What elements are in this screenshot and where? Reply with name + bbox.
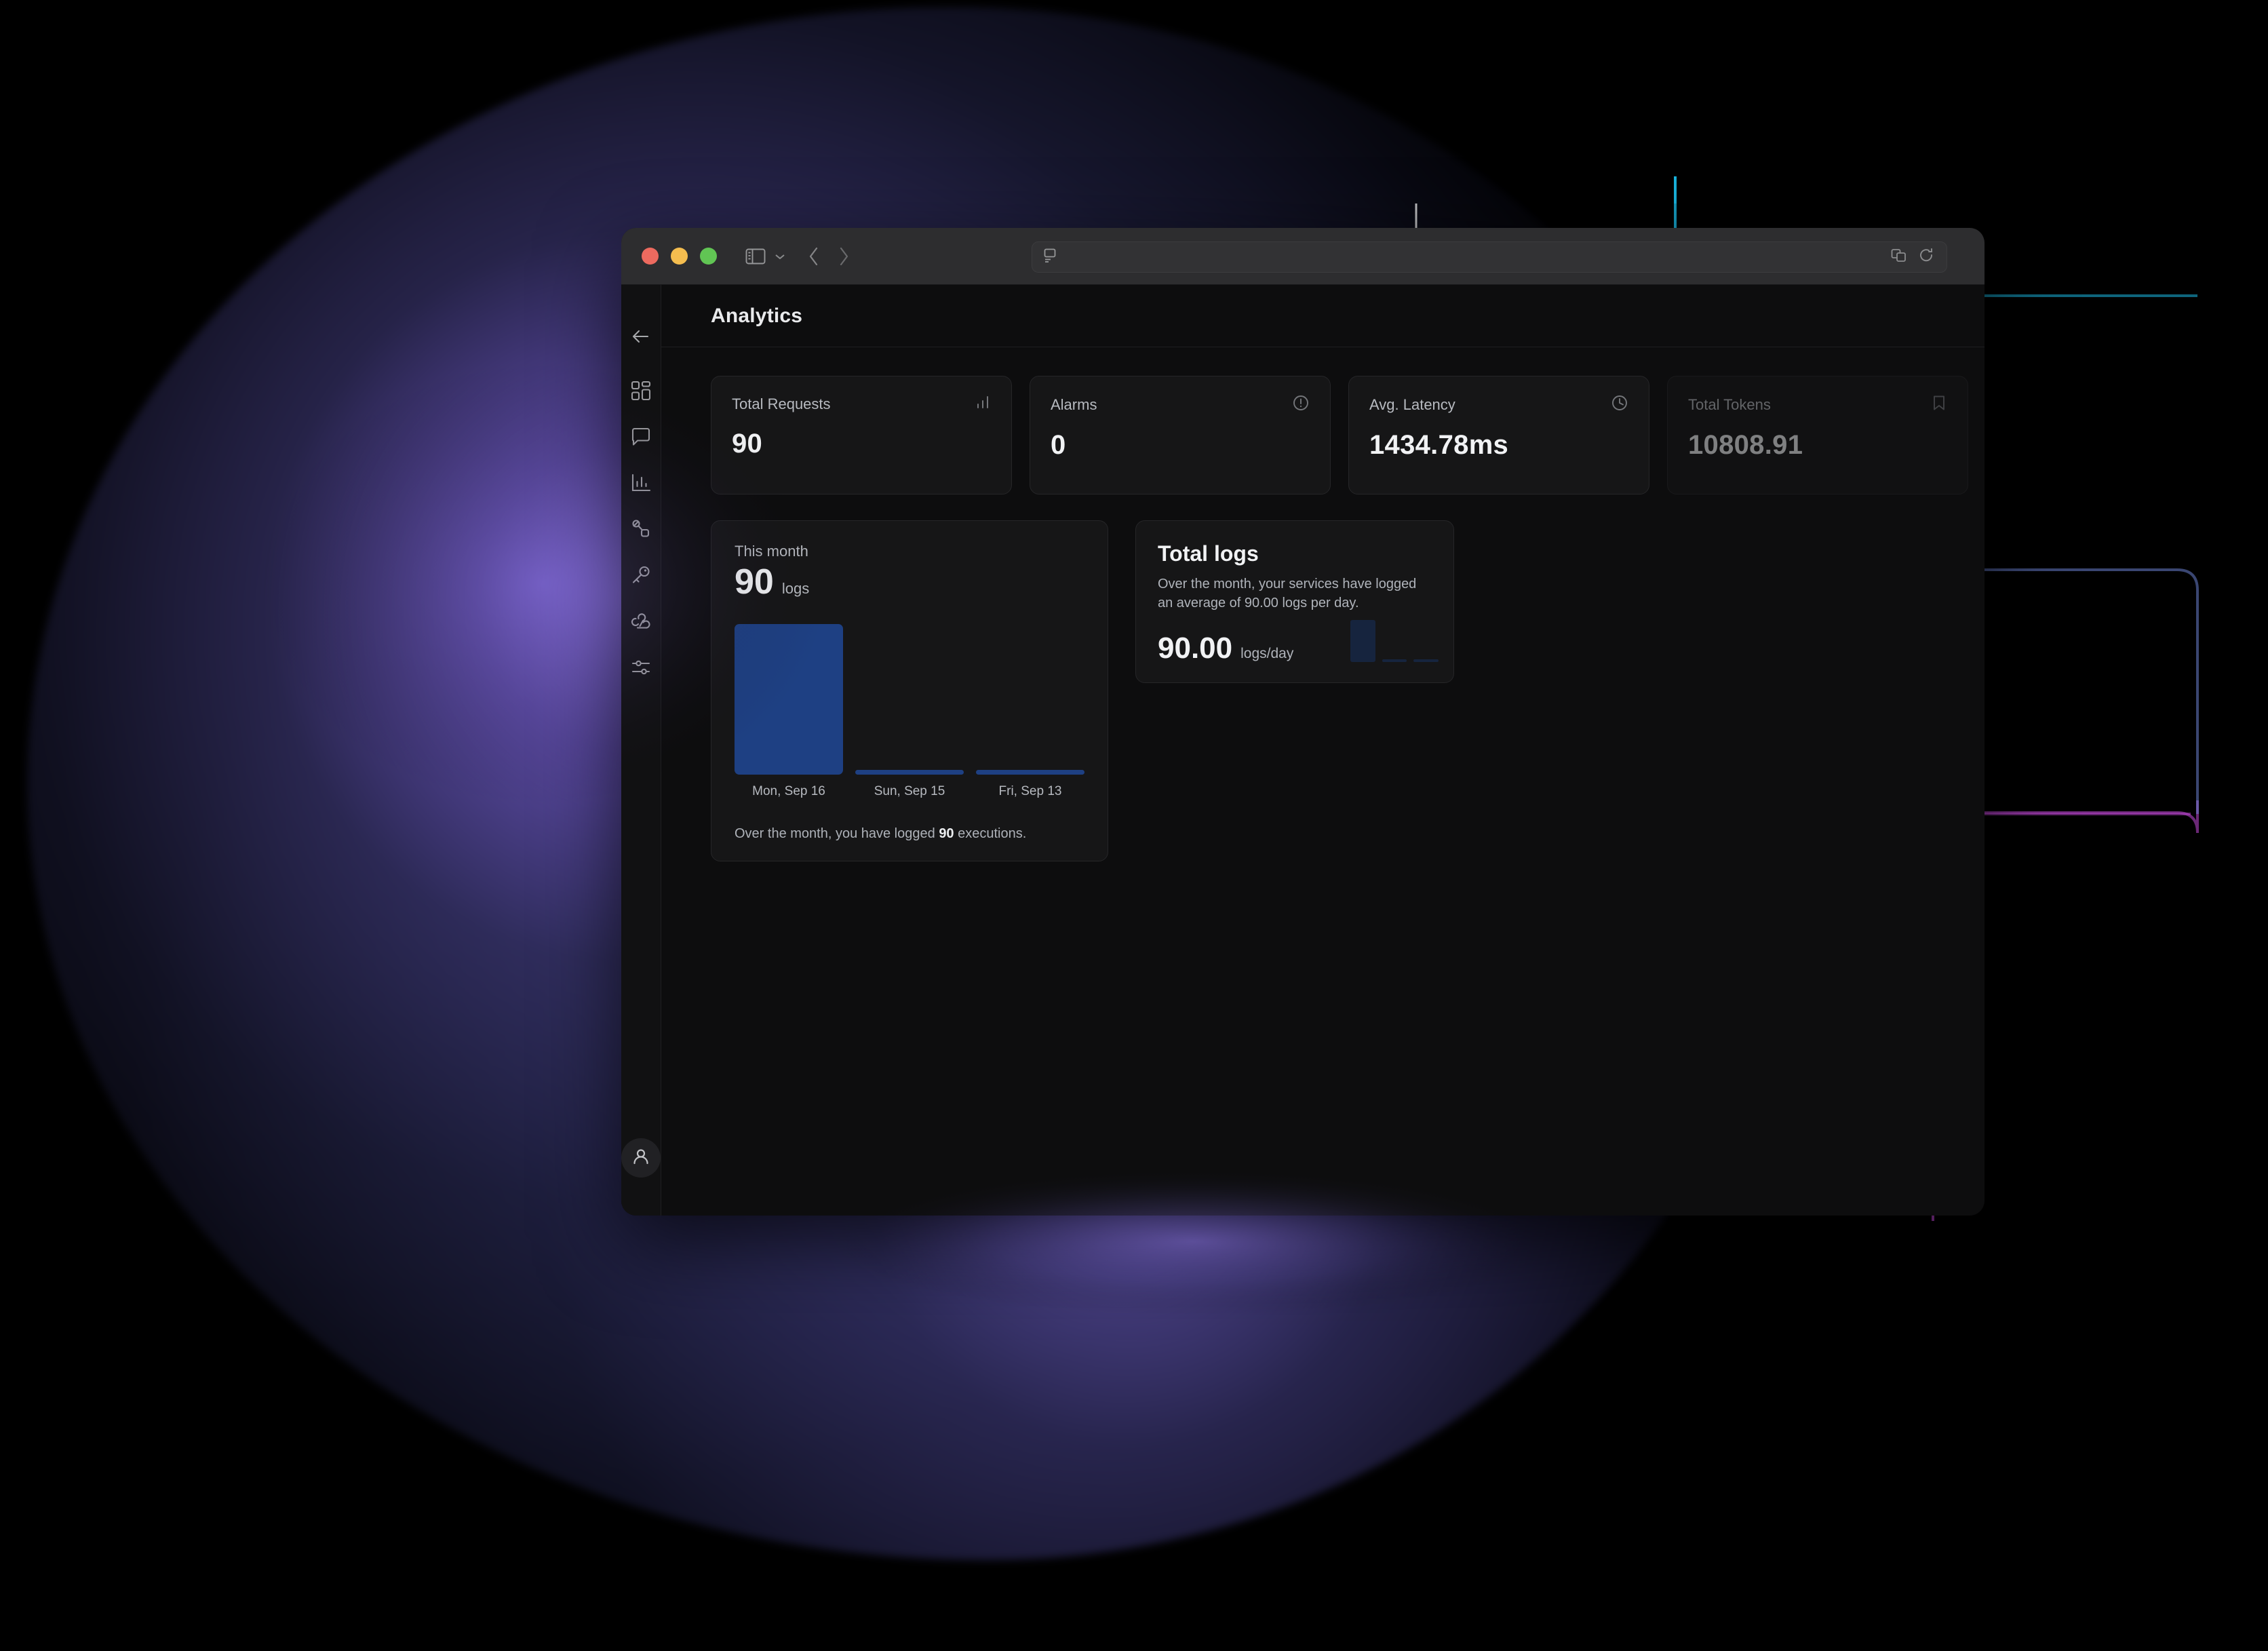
main-area: Total Requests 90 Alarms 0 Avg. Latency …: [661, 347, 1984, 1216]
total-logs-unit: logs/day: [1240, 645, 1294, 661]
nodes-workflow-icon: [630, 518, 652, 543]
arrow-left-icon: [629, 325, 652, 351]
app-content: Analytics Total Requests 90 Alarms 0 Avg…: [661, 285, 1984, 1216]
sidebar-toggle-icon[interactable]: [745, 248, 766, 265]
zoom-window-button[interactable]: [700, 248, 717, 265]
bar-chart: Mon, Sep 16 Sun, Sep 15 Fri, Sep 13: [735, 623, 1084, 799]
sidebar-item-settings[interactable]: [622, 650, 660, 688]
sidebar-item-api-keys[interactable]: [622, 558, 660, 596]
stat-label: Avg. Latency: [1369, 395, 1455, 413]
bar-label: Fri, Sep 13: [998, 784, 1062, 798]
bar-column[interactable]: Sun, Sep 15: [855, 770, 964, 799]
browser-window: Analytics Total Requests 90 Alarms 0 Avg…: [621, 228, 1984, 1216]
webhook-icon: [630, 610, 652, 636]
stat-value: 90: [732, 429, 763, 459]
total-logs-description: Over the month, your services have logge…: [1158, 577, 1417, 611]
chart-footer-value: 90: [939, 826, 954, 841]
monthly-logs-chart-card: This month 90 logs Mon, Sep 16 Sun, Sep …: [711, 520, 1108, 861]
reader-view-icon[interactable]: [1043, 248, 1057, 267]
chart-footer-text: Over the month, you have logged 90 execu…: [735, 826, 1084, 842]
bar-label: Mon, Sep 16: [752, 784, 825, 798]
bar-column[interactable]: Mon, Sep 16: [735, 624, 843, 799]
stat-card-alarms[interactable]: Alarms 0: [1030, 376, 1331, 494]
chevron-down-icon[interactable]: [774, 252, 786, 260]
extensions-icon[interactable]: [1891, 248, 1909, 267]
bar[interactable]: [735, 624, 843, 775]
panels-row: This month 90 logs Mon, Sep 16 Sun, Sep …: [711, 520, 1984, 861]
stat-value: 10808.91: [1688, 430, 1803, 460]
alert-circle-icon: [1292, 394, 1310, 415]
sidebar-item-analytics[interactable]: [622, 465, 660, 503]
total-logs-title: Total logs: [1158, 541, 1259, 566]
url-bar[interactable]: [1032, 241, 1947, 273]
bar-chart-icon: [975, 394, 991, 414]
chart-footer-prefix: Over the month, you have logged: [735, 826, 939, 841]
stat-label: Total Requests: [732, 395, 831, 412]
stat-label: Alarms: [1051, 395, 1097, 413]
key-icon: [630, 564, 652, 589]
stat-card-avg-latency[interactable]: Avg. Latency 1434.78ms: [1348, 376, 1649, 494]
sidebar-item-workflows[interactable]: [622, 511, 660, 549]
bookmark-icon: [1931, 394, 1947, 415]
bar-chart-icon: [630, 472, 652, 497]
bar[interactable]: [976, 770, 1084, 775]
sidebar-item-chat[interactable]: [622, 419, 660, 457]
bar-column[interactable]: Fri, Sep 13: [976, 770, 1084, 799]
reload-icon[interactable]: [1919, 248, 1934, 267]
window-traffic-lights: [642, 248, 717, 265]
avatar[interactable]: [621, 1138, 661, 1178]
app-body: Analytics Total Requests 90 Alarms 0 Avg…: [621, 285, 1984, 1216]
chat-bubble-icon: [630, 426, 652, 451]
sidebar-item-back[interactable]: [622, 319, 660, 357]
grid-dashboard-icon: [630, 380, 652, 405]
stat-card-total-requests[interactable]: Total Requests 90: [711, 376, 1012, 494]
mini-bar: [1382, 659, 1407, 662]
sliders-settings-icon: [630, 657, 652, 682]
chart-eyebrow: This month: [735, 543, 808, 560]
chart-footer-suffix: executions.: [954, 826, 1027, 841]
mini-bar: [1413, 659, 1439, 662]
total-logs-panel: Total logs Over the month, your services…: [1135, 520, 1454, 683]
sidebar-item-dashboard[interactable]: [622, 373, 660, 411]
chevron-right-icon[interactable]: [836, 246, 851, 267]
chart-total-value: 90: [735, 562, 774, 602]
stats-row: Total Requests 90 Alarms 0 Avg. Latency …: [711, 376, 1984, 494]
screenshot-stage: Analytics Total Requests 90 Alarms 0 Avg…: [0, 0, 2268, 1651]
clock-icon: [1611, 394, 1628, 415]
stat-label: Total Tokens: [1688, 395, 1771, 413]
stat-card-total-tokens[interactable]: Total Tokens 10808.91: [1667, 376, 1968, 494]
page-header: Analytics: [661, 285, 1984, 347]
user-avatar-icon: [631, 1146, 651, 1170]
chart-unit-label: logs: [781, 580, 810, 597]
stat-value: 1434.78ms: [1369, 430, 1509, 460]
total-logs-value: 90.00: [1158, 631, 1233, 665]
mini-bar: [1350, 619, 1375, 662]
close-window-button[interactable]: [642, 248, 659, 265]
chevron-left-icon[interactable]: [806, 246, 821, 267]
bar-label: Sun, Sep 15: [874, 784, 945, 798]
app-sidebar-rail: [621, 285, 661, 1216]
minimize-window-button[interactable]: [671, 248, 688, 265]
bar[interactable]: [855, 770, 964, 775]
mini-bar-chart: [1350, 615, 1439, 662]
browser-titlebar: [621, 228, 1984, 285]
page-title: Analytics: [711, 304, 803, 327]
sidebar-item-webhooks[interactable]: [622, 604, 660, 642]
stat-value: 0: [1051, 430, 1066, 460]
